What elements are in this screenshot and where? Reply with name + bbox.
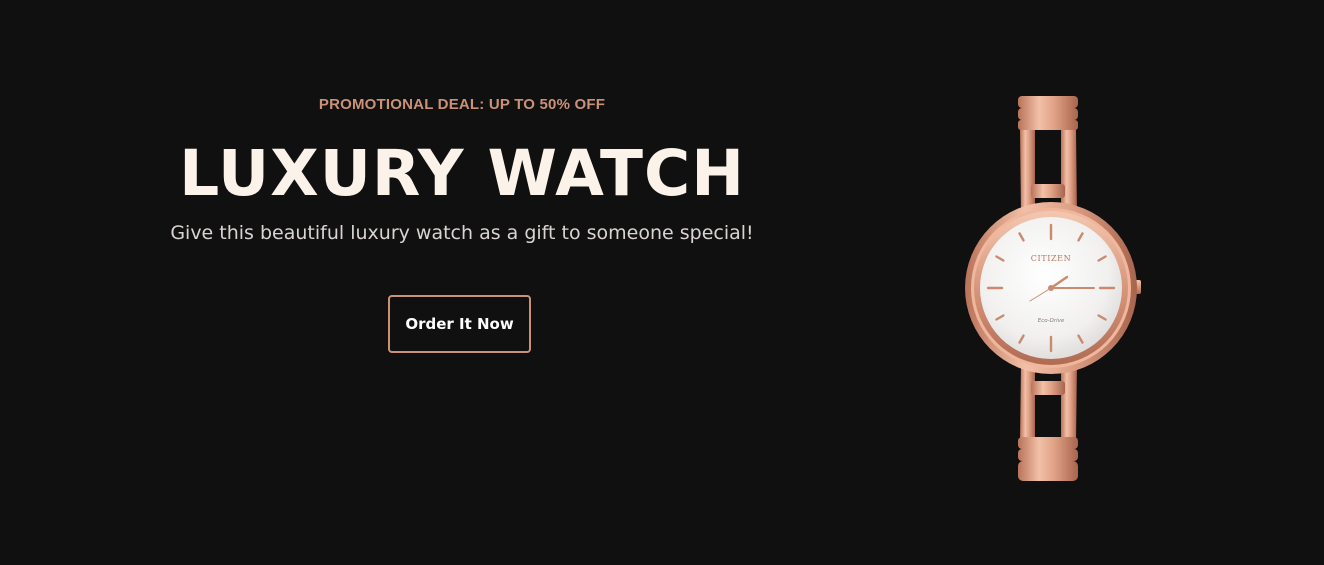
hero-subtitle: Give this beautiful luxury watch as a gi… xyxy=(170,222,754,244)
watch-illustration: CITIZEN Eco-Drive xyxy=(965,96,1141,481)
hero-title: LUXURY WATCH xyxy=(179,137,745,210)
top-bracelet xyxy=(1018,96,1078,216)
dial-label: Eco-Drive xyxy=(1038,318,1065,324)
brand-logo: CITIZEN xyxy=(1031,254,1071,263)
promo-text: PROMOTIONAL DEAL: UP TO 50% OFF xyxy=(318,96,606,113)
bottom-bracelet xyxy=(1018,363,1078,481)
hero-section: PROMOTIONAL DEAL: UP TO 50% OFF LUXURY W… xyxy=(0,0,1324,565)
watch-image: CITIZEN Eco-Drive xyxy=(955,92,1155,487)
order-now-button[interactable]: Order It Now xyxy=(388,295,531,353)
